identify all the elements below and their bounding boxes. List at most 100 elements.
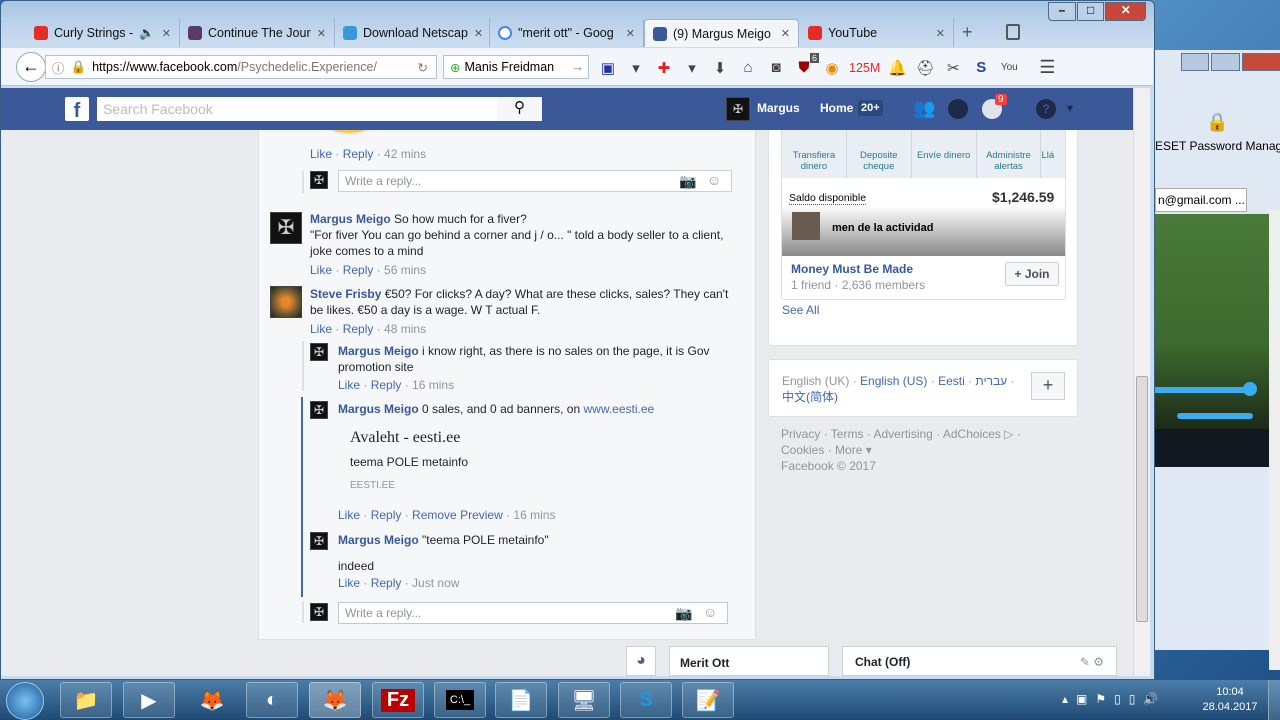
language-link[interactable]: 中文(简体)	[782, 390, 838, 404]
add-language-button[interactable]: +	[1031, 372, 1065, 400]
search-bar[interactable]: ⊕ Manis Freidman →	[443, 55, 589, 79]
chat-settings-icon[interactable]: ✎ ⚙	[1080, 655, 1104, 669]
help-icon[interactable]: ?	[1036, 99, 1056, 119]
screenshot-icon[interactable]: ✂	[942, 59, 964, 77]
avatar[interactable]: ✠	[726, 97, 750, 121]
minimize-button[interactable]: –	[1048, 2, 1076, 21]
cookies-link[interactable]: Cookies	[781, 443, 824, 457]
adchoices-link[interactable]: AdChoices	[943, 427, 1001, 441]
firefox-active-icon[interactable]: 🦊	[309, 682, 361, 718]
youtube-ext-icon[interactable]: You	[998, 62, 1020, 73]
like-link[interactable]: Like	[338, 508, 360, 522]
camera-icon[interactable]: 📷	[679, 173, 696, 190]
slider-handle[interactable]	[1243, 382, 1257, 396]
dropdown-icon[interactable]: ▾	[625, 59, 647, 77]
tab-facebook[interactable]: (9) Margus Meigo ✕	[644, 19, 799, 47]
incognito-icon[interactable]: ⛑	[914, 59, 936, 77]
new-tab-button[interactable]: +	[962, 22, 973, 43]
like-link[interactable]: Like	[338, 378, 360, 392]
first-aid-icon[interactable]: ✚	[653, 59, 675, 77]
join-button[interactable]: + Join	[1005, 262, 1059, 286]
firefox-icon[interactable]: 🦊	[186, 682, 238, 718]
show-desktop-button[interactable]	[1268, 680, 1280, 720]
privacy-link[interactable]: Privacy	[781, 427, 820, 441]
language-link[interactable]: English (UK)	[782, 374, 849, 388]
tab-netscape[interactable]: Download Netscap ✕	[335, 19, 490, 47]
close-button[interactable]	[1241, 53, 1280, 71]
like-link[interactable]: Like	[310, 322, 332, 336]
notepad-icon[interactable]: 📄	[495, 682, 547, 718]
download-icon[interactable]: ⬇	[709, 59, 731, 77]
bg-scrollbar[interactable]	[1269, 210, 1280, 670]
messenger-icon[interactable]	[948, 99, 968, 119]
minimize-button[interactable]	[1181, 53, 1210, 71]
media-player-icon[interactable]: ▶	[123, 682, 175, 718]
progress-slider[interactable]	[1151, 387, 1249, 393]
skype-icon[interactable]: S	[620, 682, 672, 718]
reply-link[interactable]: Reply	[343, 263, 374, 277]
bg-tab[interactable]: n@gmail.com ...	[1155, 188, 1247, 212]
close-tab-icon[interactable]: ✕	[317, 27, 326, 40]
more-link[interactable]: More	[835, 443, 862, 457]
bell-icon[interactable]: 🔔	[886, 59, 908, 77]
emoji-icon[interactable]: ☺	[707, 172, 721, 188]
start-button[interactable]	[6, 682, 44, 720]
globe-icon[interactable]: ◕	[626, 646, 656, 676]
language-link[interactable]: English (US)	[860, 374, 927, 388]
memory-icon[interactable]: ◉	[821, 59, 843, 77]
pocket-icon[interactable]: ◙	[765, 59, 787, 76]
browser-icon[interactable]: ◐	[246, 682, 298, 718]
maximize-button[interactable]	[1211, 53, 1240, 71]
like-link[interactable]: Like	[310, 147, 332, 161]
remove-preview-link[interactable]: Remove Preview	[412, 508, 503, 522]
clock[interactable]: 10:04 28.04.2017	[1200, 686, 1260, 713]
like-link[interactable]: Like	[310, 263, 332, 277]
emoji-icon[interactable]: ☺	[703, 604, 717, 620]
reply-link[interactable]: Reply	[371, 378, 402, 392]
scrollbar-thumb[interactable]	[1136, 376, 1148, 622]
eesti-link[interactable]: www.eesti.ee	[583, 402, 654, 416]
terms-link[interactable]: Terms	[831, 427, 864, 441]
reply-link[interactable]: Reply	[371, 576, 402, 590]
tab-google[interactable]: "merit ott" - Goog ✕	[490, 19, 644, 47]
reply-input[interactable]: Write a reply...	[338, 602, 728, 624]
speaker-icon[interactable]: 🔈	[139, 26, 155, 41]
reply-input[interactable]: Write a reply...	[338, 170, 732, 192]
close-tab-icon[interactable]: ✕	[936, 27, 945, 40]
notepadpp-icon[interactable]: 📝	[682, 682, 734, 718]
dropdown-icon[interactable]: ▾	[681, 59, 703, 77]
close-tab-icon[interactable]: ✕	[474, 27, 483, 40]
profile-link[interactable]: Margus	[757, 101, 800, 115]
close-tab-icon[interactable]: ✕	[781, 27, 790, 40]
author-link[interactable]: Margus Meigo	[338, 344, 419, 358]
maximize-button[interactable]: □	[1076, 2, 1105, 21]
reload-icon[interactable]: ↻	[418, 60, 428, 75]
search-engine-icon[interactable]: ⊕	[450, 60, 460, 75]
skype-ext-icon[interactable]: S	[970, 59, 992, 76]
chat-sidebar-toggle[interactable]: Chat (Off) ✎ ⚙	[842, 646, 1117, 676]
language-link[interactable]: עברית	[975, 374, 1007, 388]
group-suggestion[interactable]: Transfiera dinero Deposite cheque Envíe …	[781, 130, 1066, 300]
reply-link[interactable]: Reply	[371, 508, 402, 522]
tab-continue[interactable]: Continue The Jour ✕	[180, 19, 335, 47]
close-tab-icon[interactable]: ✕	[162, 27, 171, 40]
author-link[interactable]: Margus Meigo	[338, 402, 419, 416]
search-icon[interactable]: ⚲	[497, 97, 542, 121]
author-link[interactable]: Margus Meigo	[310, 212, 391, 226]
volume-slider[interactable]	[1177, 413, 1253, 419]
save-icon[interactable]: ▣	[597, 59, 619, 77]
reply-link[interactable]: Reply	[343, 147, 374, 161]
preview-title[interactable]: Avaleht - eesti.ee	[350, 429, 460, 447]
ublock-icon[interactable]: ⛊ 6	[793, 53, 819, 76]
see-all-link[interactable]: See All	[782, 303, 819, 317]
fb-search-input[interactable]: Search Facebook	[97, 97, 497, 121]
tab-youtube[interactable]: YouTube ✕	[800, 19, 954, 47]
facebook-logo[interactable]: f	[65, 97, 89, 122]
system-monitor-icon[interactable]: 🖥	[558, 682, 610, 718]
menu-icon[interactable]: ☰	[1036, 57, 1058, 78]
author-link[interactable]: Steve Frisby	[310, 287, 381, 301]
advertising-link[interactable]: Advertising	[873, 427, 932, 441]
system-tray-icons[interactable]: ▴▣⚑▯▯🔊	[1062, 692, 1166, 706]
cmd-icon[interactable]: C:\_	[434, 682, 486, 718]
close-tab-icon[interactable]: ✕	[626, 27, 635, 40]
